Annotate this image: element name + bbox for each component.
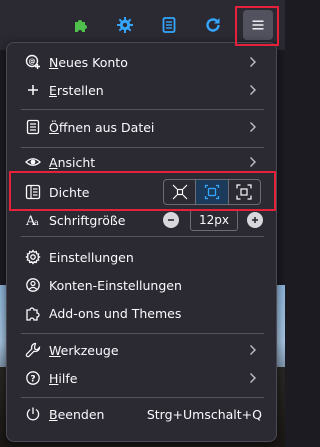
menu-item-create[interactable]: Erstellen bbox=[7, 77, 276, 103]
power-icon bbox=[25, 406, 41, 422]
extensions-button[interactable] bbox=[66, 10, 96, 40]
new-account-icon: @ bbox=[25, 54, 41, 70]
menu-item-new-account[interactable]: @ Neues Konto bbox=[7, 49, 276, 75]
density-label: Dichte bbox=[49, 184, 90, 200]
menu-item-open-file[interactable]: Öffnen aus Datei bbox=[7, 114, 276, 140]
svg-text:a: a bbox=[34, 218, 39, 227]
menu-item-label: Werkzeuge bbox=[49, 342, 119, 358]
menu-item-label: Hilfe bbox=[49, 370, 78, 386]
menu-separator bbox=[21, 109, 264, 110]
menu-item-label: Ansicht bbox=[49, 154, 96, 170]
app-menu-button[interactable] bbox=[243, 10, 273, 40]
menu-item-label: Neues Konto bbox=[49, 54, 128, 70]
puzzle-icon bbox=[25, 305, 41, 321]
chevron-right-icon bbox=[248, 121, 258, 133]
menu-item-help[interactable]: ? Hilfe bbox=[7, 365, 276, 391]
hamburger-menu-icon bbox=[252, 20, 264, 30]
font-size-value[interactable]: 12px bbox=[190, 209, 238, 231]
touch-icon bbox=[236, 184, 252, 200]
menu-item-font-size: A a Schriftgröße 12px bbox=[7, 207, 276, 233]
menu-separator bbox=[21, 236, 264, 237]
menu-separator bbox=[21, 333, 264, 334]
menu-item-tools[interactable]: Werkzeuge bbox=[7, 337, 276, 363]
increase-font-button[interactable] bbox=[247, 212, 263, 228]
puzzle-icon bbox=[75, 20, 87, 32]
menu-item-account-settings[interactable]: Konten-Einstellungen bbox=[7, 272, 276, 298]
help-icon: ? bbox=[25, 370, 41, 386]
refresh-icon bbox=[206, 18, 220, 32]
decrease-font-button[interactable] bbox=[163, 212, 179, 228]
font-size-icon: A a bbox=[25, 212, 41, 228]
menu-item-view[interactable]: Ansicht bbox=[7, 149, 276, 175]
menu-item-label: Konten-Einstellungen bbox=[49, 277, 182, 293]
menu-item-label: Öffnen aus Datei bbox=[49, 119, 155, 135]
document-button[interactable] bbox=[154, 10, 184, 40]
app-menu-panel: @ Neues Konto Erstellen Öffnen aus Datei… bbox=[6, 42, 277, 442]
eye-icon bbox=[25, 154, 41, 170]
compact-icon bbox=[172, 184, 188, 200]
density-compact-button[interactable] bbox=[164, 180, 197, 204]
density-icon bbox=[25, 184, 41, 200]
chevron-right-icon bbox=[248, 372, 258, 384]
gear-icon bbox=[117, 17, 133, 33]
minus-icon bbox=[168, 219, 174, 221]
open-file-icon bbox=[25, 119, 41, 135]
gear-icon bbox=[25, 249, 41, 265]
wrench-icon bbox=[25, 342, 41, 358]
menu-item-settings[interactable]: Einstellungen bbox=[7, 244, 276, 270]
keyboard-shortcut: Strg+Umschalt+Q bbox=[146, 406, 262, 422]
chevron-right-icon bbox=[248, 156, 258, 168]
menu-separator bbox=[21, 147, 264, 148]
menu-item-quit[interactable]: Beenden Strg+Umschalt+Q bbox=[7, 401, 276, 427]
density-toggle-group bbox=[163, 179, 261, 205]
density-normal-button[interactable] bbox=[196, 180, 229, 204]
document-icon bbox=[162, 17, 176, 33]
menu-separator bbox=[21, 397, 264, 398]
font-size-label: Schriftgröße bbox=[49, 212, 126, 228]
menu-item-density: Dichte bbox=[7, 174, 276, 210]
chevron-right-icon bbox=[248, 84, 258, 96]
menu-item-label: Add-ons und Themes bbox=[49, 305, 182, 321]
svg-text:?: ? bbox=[30, 375, 35, 385]
menu-item-label: Einstellungen bbox=[49, 249, 134, 265]
chevron-right-icon bbox=[248, 56, 258, 68]
menu-item-label: Erstellen bbox=[49, 82, 104, 98]
refresh-button[interactable] bbox=[198, 10, 228, 40]
plus-icon bbox=[25, 82, 41, 98]
normal-icon bbox=[204, 184, 220, 200]
account-settings-icon bbox=[25, 277, 41, 293]
screenshot: @ Neues Konto Erstellen Öffnen aus Datei… bbox=[0, 0, 285, 447]
density-touch-button[interactable] bbox=[229, 180, 260, 204]
menu-item-addons[interactable]: Add-ons und Themes bbox=[7, 300, 276, 326]
chevron-right-icon bbox=[248, 344, 258, 356]
svg-text:@: @ bbox=[29, 58, 36, 66]
plus-icon bbox=[252, 217, 258, 223]
settings-toolbar-button[interactable] bbox=[110, 10, 140, 40]
menu-item-label: Beenden bbox=[49, 406, 105, 422]
